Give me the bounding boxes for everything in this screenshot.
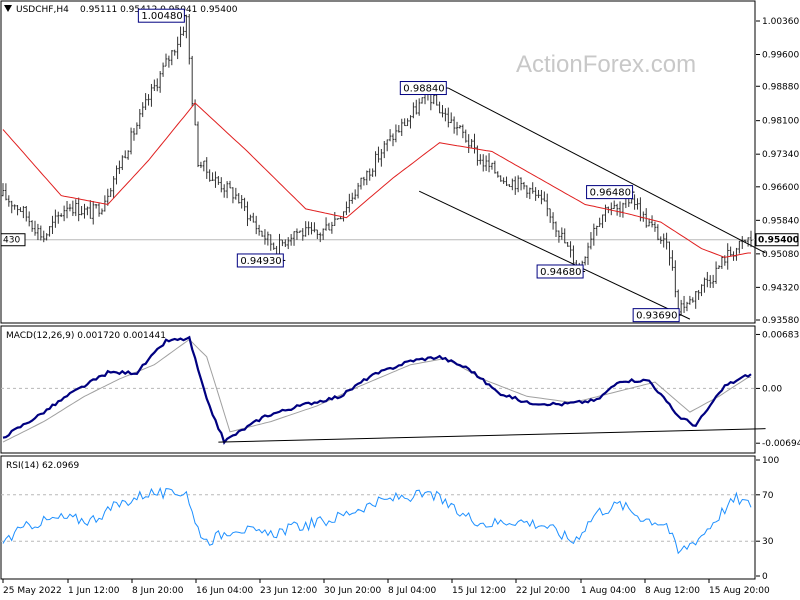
price-callout-label: 0.94930 (240, 256, 281, 267)
price-y-tick-label: 1.00360 (762, 17, 799, 27)
macd-panel-frame (0, 325, 756, 454)
x-tick-label: 8 Jun 20:00 (132, 586, 184, 596)
macd-y-tick-label: -0.00694 (762, 439, 800, 449)
price-y-tick-label: 0.95840 (762, 216, 799, 226)
symbol-label: USDCHF,H4 (16, 5, 69, 15)
macd-title: MACD(12,26,9) 0.001720 0.001441 (6, 331, 166, 341)
price-y-tick-label: 0.95080 (762, 250, 799, 260)
rsi-title: RSI(14) 62.0969 (6, 461, 79, 471)
price-y-tick-label: 0.98880 (762, 82, 799, 92)
x-tick-label: 1 Aug 04:00 (581, 586, 636, 596)
rsi-y-tick-label: 30 (762, 537, 774, 547)
x-tick-label: 15 Aug 20:00 (709, 586, 770, 596)
x-tick-label: 30 Jun 20:00 (324, 586, 381, 596)
x-tick-label: 1 Jun 12:00 (68, 586, 120, 596)
current-price-label: 0.95400 (758, 236, 799, 246)
chart-container: ActionForex.com USDCHF,H4 0.95111 0.9541… (0, 0, 800, 600)
price-callout-label: 0.98840 (403, 84, 444, 95)
price-callout-label: 0.96480 (590, 188, 631, 199)
macd-y-tick-label: 0.006837 (762, 330, 800, 340)
macd-y-tick-label: 0.00 (762, 384, 782, 394)
watermark-text: ActionForex.com (516, 51, 696, 78)
x-tick-label: 8 Jul 04:00 (388, 586, 437, 596)
x-axis: 25 May 2022 1 Jun 12:00 8 Jun 20:00 16 Jun … (2, 579, 770, 596)
rsi-y-tick-label: 100 (762, 456, 779, 466)
left-edge-price-label: 430 (3, 236, 20, 246)
macd-panel: MACD(12,26,9) 0.001720 0.001441 0.006837… (0, 325, 800, 454)
price-callout-label: 1.00480 (141, 11, 182, 22)
price-y-tick-label: 0.99600 (762, 51, 799, 61)
x-tick-label: 23 Jun 12:00 (260, 586, 317, 596)
x-tick-label: 16 Jun 04:00 (196, 586, 253, 596)
x-tick-label: 25 May 2022 (3, 586, 62, 596)
rsi-panel-frame (0, 455, 756, 580)
x-tick-label: 15 Jul 12:00 (452, 586, 506, 596)
chart-svg: ActionForex.com USDCHF,H4 0.95111 0.9541… (0, 0, 800, 596)
price-y-tick-label: 0.94320 (762, 283, 799, 293)
x-tick-label: 8 Aug 12:00 (645, 586, 700, 596)
price-y-tick-label: 0.93580 (762, 316, 799, 326)
price-y-tick-label: 0.98100 (762, 117, 799, 127)
price-y-tick-label: 0.96600 (762, 183, 799, 193)
rsi-y-axis: 100 70 30 0 (756, 456, 779, 582)
x-tick-label: 22 Jul 20:00 (516, 586, 570, 596)
price-callout-label: 0.94680 (540, 267, 581, 278)
price-callout-label: 0.93690 (636, 311, 677, 322)
macd-y-axis: 0.006837 0.00 -0.00694 (756, 330, 800, 449)
price-y-tick-label: 0.97340 (762, 150, 799, 160)
price-panel: ActionForex.com USDCHF,H4 0.95111 0.9541… (0, 0, 799, 326)
rsi-panel: RSI(14) 62.0969 100 70 30 0 (0, 455, 779, 582)
rsi-y-tick-label: 70 (762, 491, 774, 501)
rsi-y-tick-label: 0 (762, 572, 768, 582)
